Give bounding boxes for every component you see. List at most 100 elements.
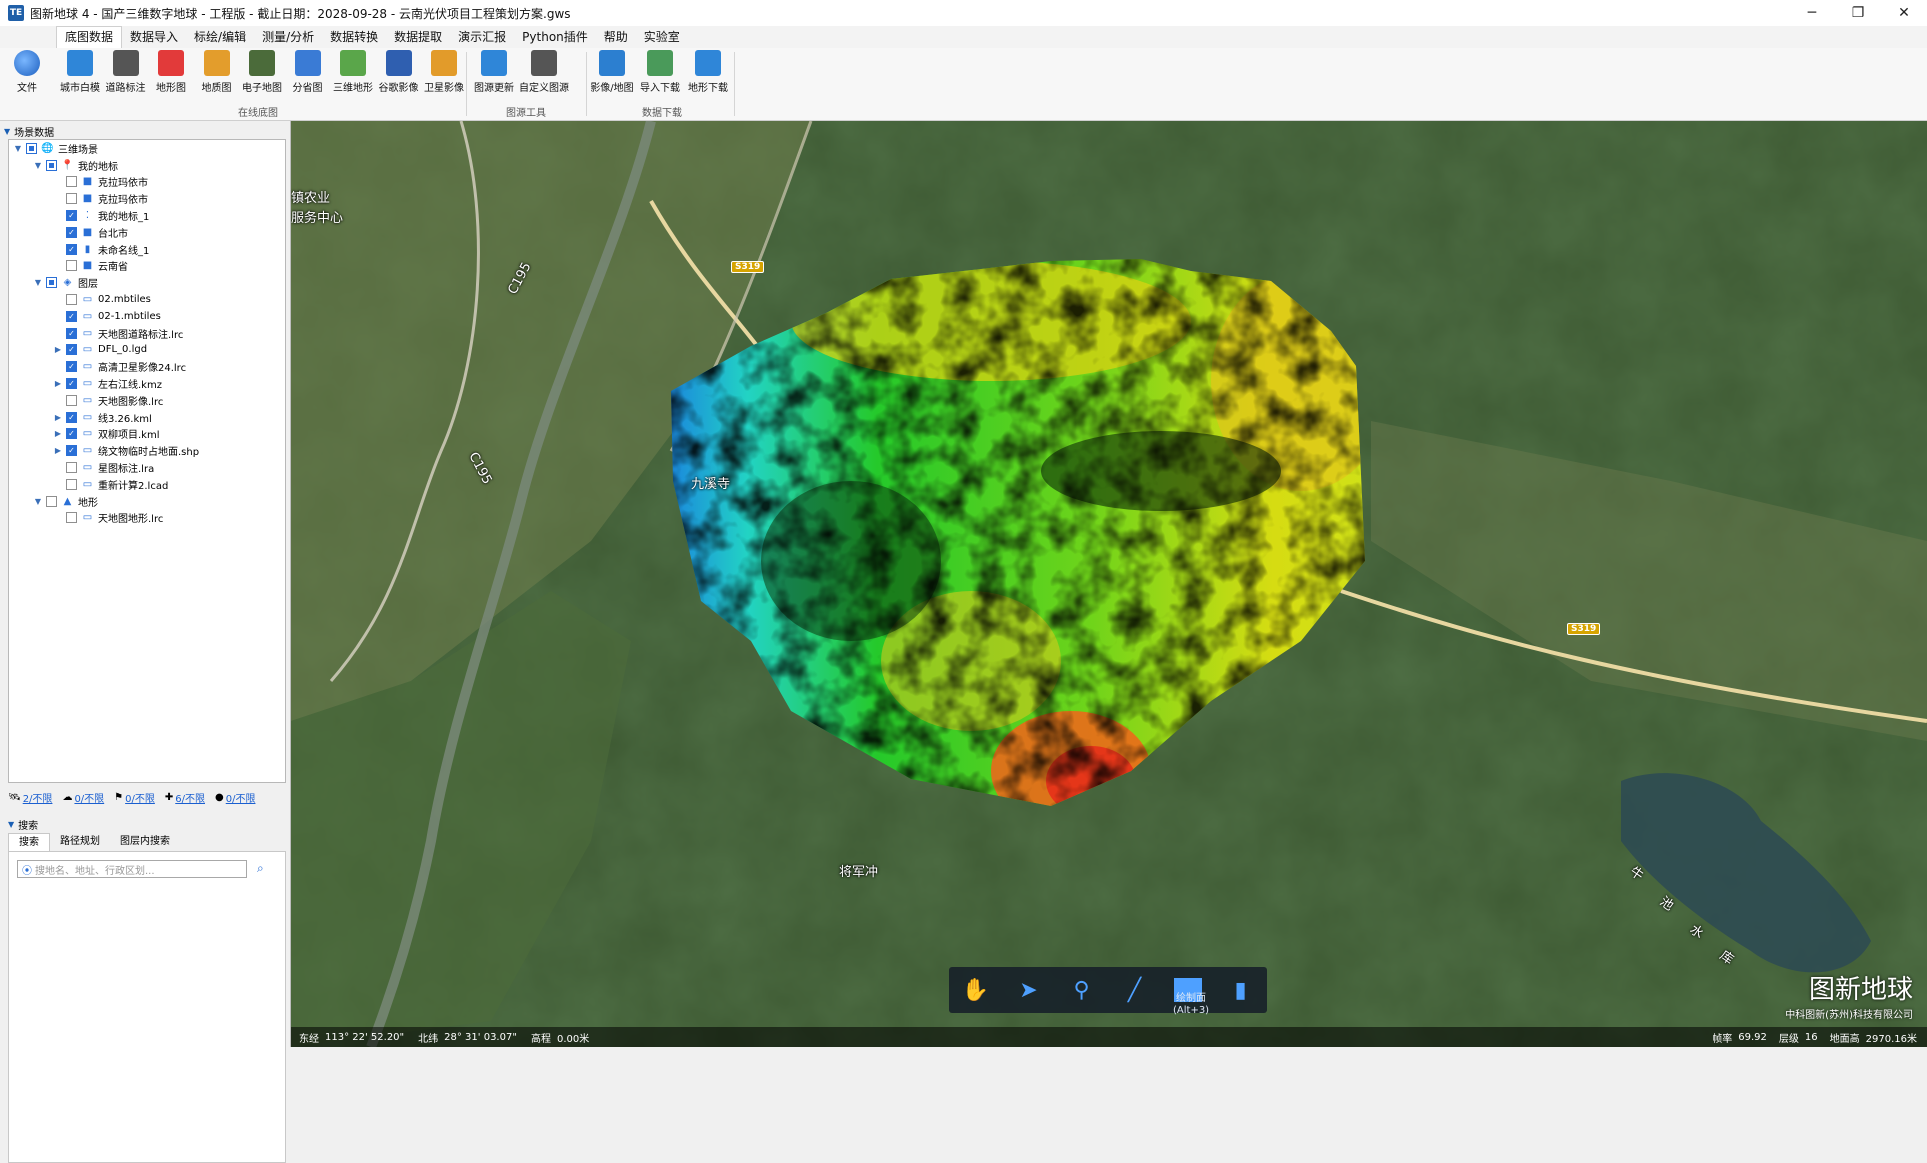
tree-item[interactable]: ▭ 星图标注.lra <box>9 459 285 476</box>
tree-item[interactable]: ▭ 02.mbtiles <box>9 291 285 308</box>
tree-item[interactable]: ▭ 重新计算2.lcad <box>9 476 285 493</box>
map-source-button[interactable]: 图源更新 <box>472 48 516 100</box>
tree-item[interactable]: ▼ ◈ 图层 <box>9 274 285 291</box>
layer-checkbox[interactable] <box>26 142 37 154</box>
menu-tab[interactable]: 演示汇报 <box>450 27 514 47</box>
menu-tab[interactable]: Python插件 <box>514 27 596 47</box>
tree-item[interactable]: ✓ ⁚ 我的地标_1 <box>9 207 285 224</box>
tree-item[interactable]: ✓ ▭ 02-1.mbtiles <box>9 308 285 325</box>
online-map-button[interactable]: 电子地图 <box>240 48 284 100</box>
online-map-button[interactable]: 地质图 <box>195 48 239 100</box>
tree-item[interactable]: ✓ ▭ 天地图道路标注.lrc <box>9 325 285 342</box>
search-tab[interactable]: 搜索 <box>8 833 50 851</box>
stat-link[interactable]: 0/不限 <box>125 790 155 805</box>
tree-item[interactable]: ▼ ▲ 地形 <box>9 493 285 510</box>
tree-item[interactable]: ▶ ✓ ▭ 线3.26.kml <box>9 409 285 426</box>
select-arrow-icon[interactable]: ➤ <box>1014 973 1044 1007</box>
tree-item[interactable]: ✓ ▮ 未命名线_1 <box>9 241 285 258</box>
map-view[interactable]: 镇农业 服务中心 C195 C195 S319 S319 九溪寺 将军冲 牛 池… <box>291 121 1927 1047</box>
layer-checkbox[interactable]: ✓ <box>66 378 77 390</box>
online-map-button[interactable]: 三维地形 <box>331 48 375 100</box>
close-button[interactable]: ✕ <box>1881 0 1927 26</box>
search-section-header[interactable]: ▼ 搜索 <box>4 816 38 832</box>
menu-tab[interactable]: 数据转换 <box>322 27 386 47</box>
layer-checkbox[interactable]: ✓ <box>66 327 77 339</box>
online-map-button[interactable]: 道路标注 <box>104 48 148 100</box>
layer-checkbox[interactable] <box>66 478 77 490</box>
layer-checkbox[interactable]: ✓ <box>66 361 77 373</box>
stat-link[interactable]: 2/不限 <box>23 790 53 805</box>
tree-item[interactable]: ✓ ■ 台北市 <box>9 224 285 241</box>
download-button[interactable]: 影像/地图 <box>590 48 634 100</box>
expand-toggle-icon[interactable]: ▶ <box>53 446 63 455</box>
layer-checkbox[interactable] <box>66 176 77 188</box>
menu-tab[interactable]: 数据提取 <box>386 27 450 47</box>
menu-tab[interactable]: 数据导入 <box>122 27 186 47</box>
layer-checkbox[interactable]: ✓ <box>66 310 77 322</box>
expand-toggle-icon[interactable]: ▶ <box>53 379 63 388</box>
search-tab[interactable]: 图层内搜索 <box>110 833 180 851</box>
stat-link[interactable]: 6/不限 <box>175 790 205 805</box>
online-map-button[interactable]: 谷歌影像 <box>377 48 421 100</box>
tree-item[interactable]: ▶ ✓ ▭ 双柳项目.kml <box>9 426 285 443</box>
file-button[interactable]: 文件 <box>4 48 50 100</box>
search-icon[interactable]: ⌕ <box>257 861 264 876</box>
layer-checkbox[interactable] <box>66 260 77 272</box>
search-input[interactable]: ⦿ 搜地名、地址、行政区划... <box>17 860 247 878</box>
stat-link[interactable]: 0/不限 <box>226 790 256 805</box>
layer-checkbox[interactable] <box>66 394 77 406</box>
layer-checkbox[interactable] <box>46 277 57 289</box>
search-tab[interactable]: 路径规划 <box>50 833 110 851</box>
placemark-pin-icon[interactable]: ⚲ <box>1067 973 1097 1007</box>
online-map-button[interactable]: 地形图 <box>149 48 193 100</box>
chart-bars-icon[interactable]: ▮ <box>1226 973 1256 1007</box>
tree-item[interactable]: ▶ ✓ ▭ 左右江线.kmz <box>9 375 285 392</box>
download-button[interactable]: 导入下载 <box>638 48 682 100</box>
tree-item[interactable]: ■ 克拉玛依市 <box>9 174 285 191</box>
expand-toggle-icon[interactable]: ▼ <box>13 144 23 153</box>
minimize-button[interactable]: ─ <box>1789 0 1835 26</box>
expand-toggle-icon[interactable]: ▼ <box>33 161 43 170</box>
tree-item[interactable]: ▭ 天地图地形.lrc <box>9 510 285 527</box>
layer-checkbox[interactable]: ✓ <box>66 210 77 222</box>
layer-checkbox[interactable]: ✓ <box>66 344 77 356</box>
menu-tab[interactable]: 实验室 <box>636 27 688 47</box>
maximize-button[interactable]: ❐ <box>1835 0 1881 26</box>
layer-checkbox[interactable] <box>66 462 77 474</box>
draw-line-icon[interactable]: ╱ <box>1120 973 1150 1007</box>
layer-checkbox[interactable] <box>66 512 77 524</box>
layer-checkbox[interactable] <box>66 193 77 205</box>
layer-checkbox[interactable] <box>66 294 77 306</box>
layer-checkbox[interactable]: ✓ <box>66 243 77 255</box>
expand-toggle-icon[interactable]: ▼ <box>33 497 43 506</box>
layer-checkbox[interactable] <box>46 495 57 507</box>
online-map-button[interactable]: 卫星影像 <box>422 48 466 100</box>
menu-tab[interactable]: 底图数据 <box>56 26 123 48</box>
tree-item[interactable]: ■ 云南省 <box>9 258 285 275</box>
tree-item[interactable]: ▶ ✓ ▭ 绕文物临时占地面.shp <box>9 442 285 459</box>
layer-checkbox[interactable]: ✓ <box>66 428 77 440</box>
layer-checkbox[interactable]: ✓ <box>66 445 77 457</box>
tree-item[interactable]: ■ 克拉玛依市 <box>9 190 285 207</box>
pan-hand-icon[interactable]: ✋ <box>961 973 991 1007</box>
tree-item[interactable]: ▼ 🌐 三维场景 <box>9 140 285 157</box>
menu-tab[interactable]: 测量/分析 <box>254 27 322 47</box>
download-button[interactable]: 地形下载 <box>686 48 730 100</box>
tree-item[interactable]: ▭ 天地图影像.lrc <box>9 392 285 409</box>
layer-checkbox[interactable]: ✓ <box>66 411 77 423</box>
expand-toggle-icon[interactable]: ▶ <box>53 345 63 354</box>
map-source-button[interactable]: 自定义图源 <box>519 48 569 100</box>
menu-tab[interactable]: 帮助 <box>596 27 636 47</box>
menu-tab[interactable]: 标绘/编辑 <box>186 27 254 47</box>
tree-item[interactable]: ✓ ▭ 高清卫星影像24.lrc <box>9 358 285 375</box>
scene-data-header[interactable]: ▼ 场景数据 <box>0 121 290 139</box>
layer-checkbox[interactable]: ✓ <box>66 226 77 238</box>
layer-checkbox[interactable] <box>46 159 57 171</box>
online-map-button[interactable]: 分省图 <box>286 48 330 100</box>
online-map-button[interactable]: 城市白模 <box>58 48 102 100</box>
tree-item[interactable]: ▶ ✓ ▭ DFL_0.lgd <box>9 342 285 359</box>
expand-toggle-icon[interactable]: ▶ <box>53 429 63 438</box>
stat-link[interactable]: 0/不限 <box>74 790 104 805</box>
expand-toggle-icon[interactable]: ▶ <box>53 413 63 422</box>
expand-toggle-icon[interactable]: ▼ <box>33 278 43 287</box>
